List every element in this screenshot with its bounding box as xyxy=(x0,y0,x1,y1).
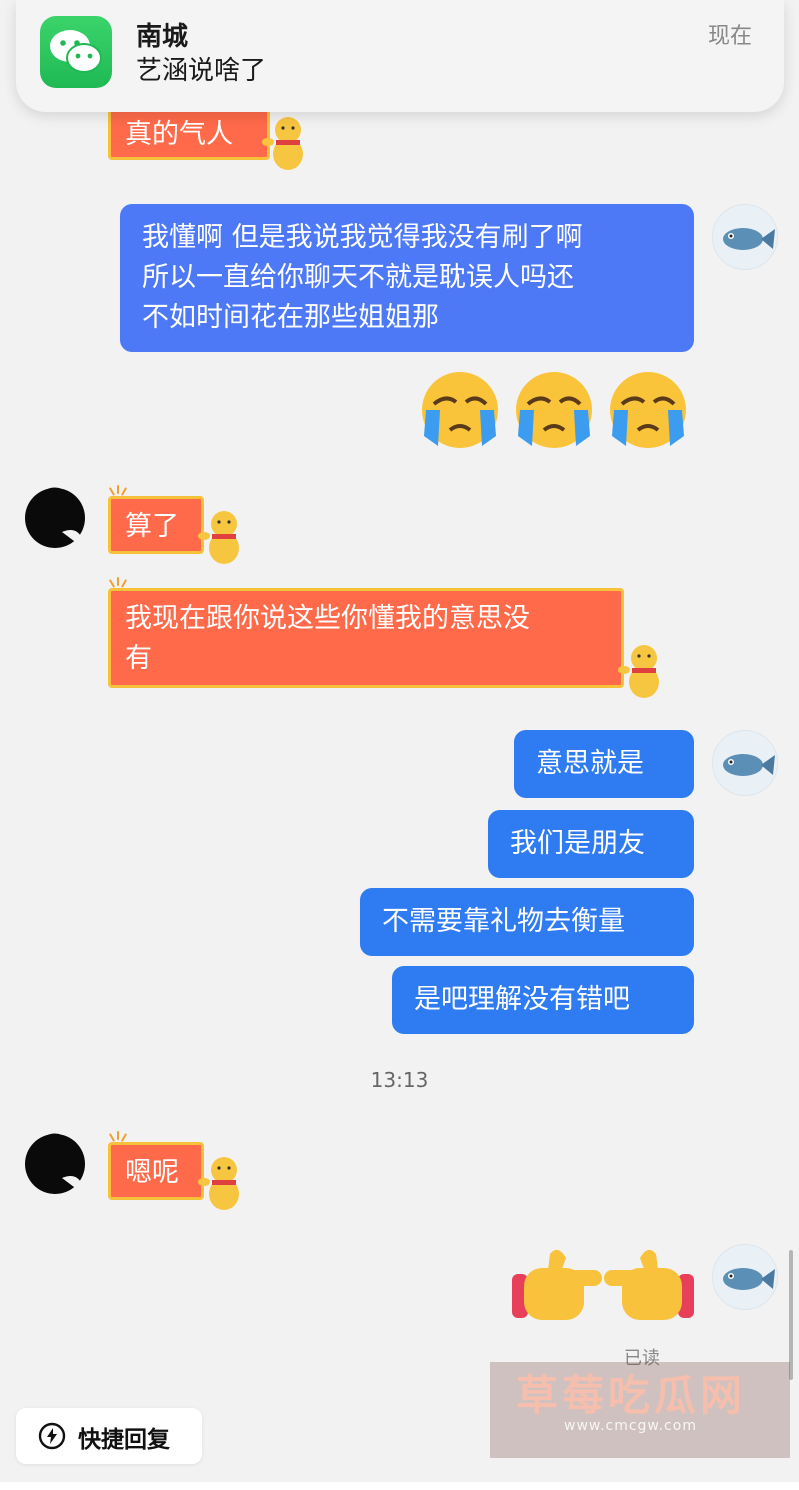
message-bubble-sent[interactable]: 不需要靠礼物去衡量 xyxy=(360,888,694,956)
contact-avatar[interactable] xyxy=(22,482,88,548)
lightning-icon xyxy=(38,1422,66,1450)
my-avatar[interactable] xyxy=(712,204,778,270)
message-bubble-sent[interactable]: 意思就是 xyxy=(514,730,694,798)
scrollbar[interactable] xyxy=(789,1250,793,1380)
quick-reply-button[interactable]: 快捷回复 xyxy=(16,1408,202,1464)
watermark-url: www.cmcgw.com xyxy=(564,1418,697,1434)
message-text: 真的气人 xyxy=(125,119,233,150)
message-text: 是吧理解没有错吧 xyxy=(414,984,630,1015)
message-line: 所以一直给你聊天不就是耽误人吗还 xyxy=(142,262,574,293)
mascot-sticker-icon xyxy=(262,117,303,170)
quick-reply-label: 快捷回复 xyxy=(78,1427,170,1453)
message-bubble-sent[interactable]: 我懂啊 但是我说我觉得我没有刷了啊 所以一直给你聊天不就是耽误人吗还 不如时间花… xyxy=(120,204,694,352)
message-line: 有 xyxy=(125,643,152,674)
message-bubble-received[interactable]: 我现在跟你说这些你懂我的意思没 有 xyxy=(108,577,624,688)
message-bubble-sent[interactable]: 我们是朋友 xyxy=(488,810,694,878)
my-avatar[interactable] xyxy=(712,1244,778,1310)
sparkle-icon xyxy=(108,1131,128,1145)
fish-icon xyxy=(723,754,775,776)
message-line: 我现在跟你说这些你懂我的意思没 xyxy=(125,603,530,634)
crying-emoji-icon xyxy=(422,372,686,448)
notification-title: 南城 xyxy=(136,22,189,52)
message-bubble-received[interactable]: 真的气人 xyxy=(108,108,270,160)
input-bar-edge xyxy=(0,1482,799,1490)
notification-message: 艺涵说啥了 xyxy=(136,56,267,86)
silhouette-icon xyxy=(25,487,85,548)
message-text: 算了 xyxy=(125,511,179,542)
message-text: 我们是朋友 xyxy=(510,828,645,859)
message-bubble-received[interactable]: 算了 xyxy=(108,485,204,554)
my-avatar[interactable] xyxy=(712,730,778,796)
message-bubble-received[interactable]: 嗯呢 xyxy=(108,1131,204,1200)
sparkle-icon xyxy=(108,577,128,591)
fish-icon xyxy=(723,228,775,250)
sparkle-icon xyxy=(108,485,128,499)
contact-avatar[interactable] xyxy=(22,1128,88,1194)
message-text: 嗯呢 xyxy=(125,1157,179,1188)
wechat-icon xyxy=(40,16,112,88)
watermark: 草莓吃瓜网 www.cmcgw.com xyxy=(490,1362,790,1458)
watermark-text: 草莓吃瓜网 xyxy=(516,1371,747,1420)
fish-icon xyxy=(723,1268,775,1290)
pointing-fingers-emoji-icon xyxy=(512,1249,694,1320)
mascot-sticker-icon xyxy=(198,511,239,564)
message-bubble-sent[interactable]: 是吧理解没有错吧 xyxy=(392,966,694,1034)
message-text: 不需要靠礼物去衡量 xyxy=(382,906,625,937)
silhouette-icon xyxy=(25,1133,85,1194)
timestamp: 13:13 xyxy=(370,1068,429,1092)
message-text: 意思就是 xyxy=(536,748,644,779)
mascot-sticker-icon xyxy=(618,645,659,698)
mascot-sticker-icon xyxy=(198,1157,239,1210)
notification-time: 现在 xyxy=(707,24,752,49)
message-line: 我懂啊 但是我说我觉得我没有刷了啊 xyxy=(142,222,583,253)
message-line: 不如时间花在那些姐姐那 xyxy=(142,302,439,333)
notification-banner[interactable]: 南城 艺涵说啥了 现在 xyxy=(16,0,784,112)
